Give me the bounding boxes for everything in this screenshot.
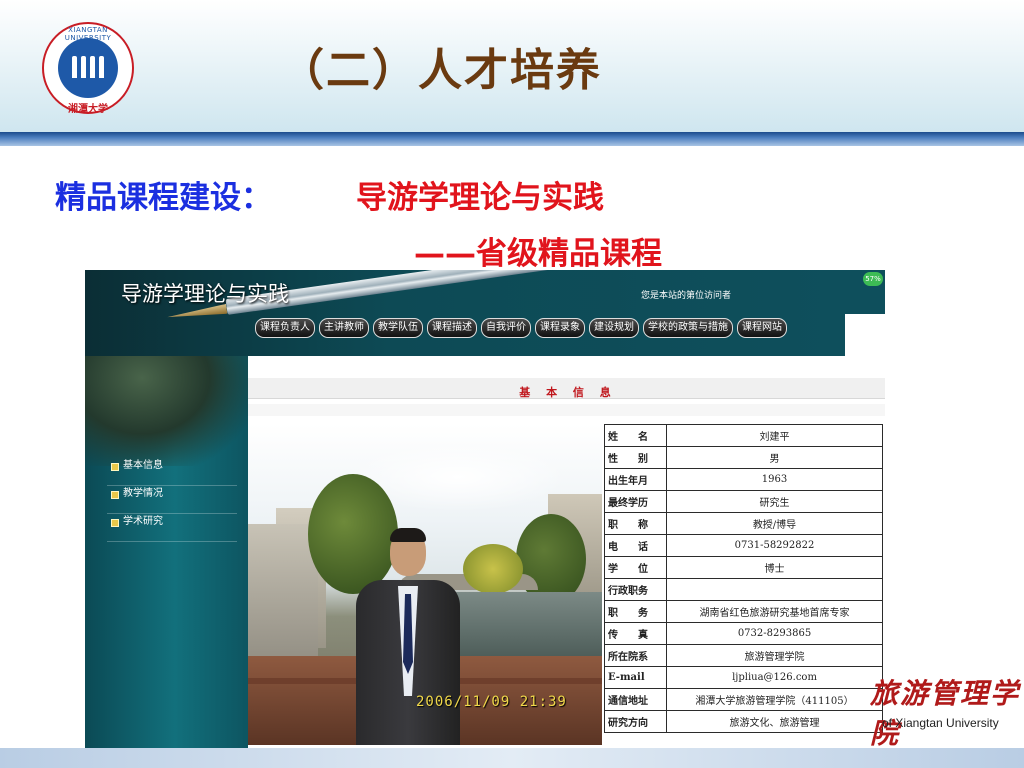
sidebar-item-research[interactable]: 学术研究 [107,514,237,542]
site-sidebar [85,356,248,748]
sidebar-item-basic-info[interactable]: 基本信息 [107,458,237,486]
info-key: 学 位 [604,556,667,579]
course-website-screenshot: 导游学理论与实践 您是本站的第位访问者 课程负责人 主讲教师 教学队伍 课程描述… [85,270,885,748]
info-value: 刘建平 [666,424,883,447]
site-banner: 导游学理论与实践 您是本站的第位访问者 课程负责人 主讲教师 教学队伍 课程描述… [85,270,845,356]
info-value: ljpliua@126.com [666,666,883,689]
table-row: 行政职务 [604,578,883,601]
info-key: 出生年月 [604,468,667,491]
info-key: 行政职务 [604,578,667,601]
table-row: 性 别男 [604,446,883,469]
section-title: 基 本 信 息 [519,386,617,399]
site-nav-bar: 课程负责人 主讲教师 教学队伍 课程描述 自我评价 课程录象 建设规划 学校的政… [255,318,787,338]
sidebar-item-label: 基本信息 [123,460,163,471]
info-value: 教授/博导 [666,512,883,535]
info-value: 湖南省红色旅游研究基地首席专家 [666,600,883,623]
photo-tree [308,474,398,594]
photo-person-hair [390,528,426,542]
table-row: 职 务湖南省红色旅游研究基地首席专家 [604,600,883,623]
info-value: 湘潭大学旅游管理学院（411105） [666,688,883,711]
info-value: 1963 [666,468,883,491]
nav-lead-teacher[interactable]: 主讲教师 [319,318,369,338]
footer-english-name: of Xiangtan University [882,716,999,730]
table-row: 姓 名刘建平 [604,424,883,447]
nav-course-website[interactable]: 课程网站 [737,318,787,338]
info-value: 旅游文化、旅游管理 [666,710,883,733]
table-row: 职 称教授/博导 [604,512,883,535]
slide-bottom-band [0,748,1024,768]
sidebar-decoration [85,356,248,466]
course-name: 导游学理论与实践 [356,180,604,216]
info-value [666,578,883,601]
sidebar-item-label: 学术研究 [123,516,163,527]
teacher-photo: 2006/11/09 21:39 [248,424,602,745]
nav-course-leader[interactable]: 课程负责人 [255,318,315,338]
nav-construction-plan[interactable]: 建设规划 [589,318,639,338]
photo-timestamp: 2006/11/09 21:39 [416,694,567,710]
info-value: 0731-58292822 [666,534,883,557]
bullet-icon [111,463,119,471]
table-row: 出生年月 1963 [604,468,883,491]
table-row: E-mail ljpliua@126.com [604,666,883,689]
nav-self-evaluation[interactable]: 自我评价 [481,318,531,338]
info-value: 旅游管理学院 [666,644,883,667]
info-key: 所在院系 [604,644,667,667]
sidebar-menu: 基本信息 教学情况 学术研究 [107,458,237,542]
info-key: 传 真 [604,622,667,645]
table-row: 传 真 0732-8293865 [604,622,883,645]
footer-brand: 旅游管理学院 [870,677,1021,750]
sidebar-item-teaching[interactable]: 教学情况 [107,486,237,514]
photo-building [248,524,318,674]
header-divider [0,132,1024,146]
section-sub-bar [248,404,885,416]
table-row: 通信地址 湘潭大学旅游管理学院（411105） [604,688,883,711]
photo-tree [516,514,586,604]
bullet-icon [111,491,119,499]
table-row: 所在院系 旅游管理学院 [604,644,883,667]
basic-info-table: 姓 名刘建平性 别男出生年月 1963 最终学历 研究生职 称教授/博导电 话 0731… [604,424,883,733]
nav-teaching-team[interactable]: 教学队伍 [373,318,423,338]
table-row: 最终学历 研究生 [604,490,883,513]
table-row: 研究方向 旅游文化、旅游管理 [604,710,883,733]
slide-title: （二）人才培养 [280,45,602,96]
visitor-counter-text: 您是本站的第位访问者 [641,291,732,301]
photo-tree [463,544,523,594]
info-value: 博士 [666,556,883,579]
site-main-content: 基 本 信 息 2006/11/09 21:39 姓 名刘建平性 别男出生年月 1… [248,356,885,748]
sidebar-item-label: 教学情况 [123,488,163,499]
logo-gate-icon [72,54,104,78]
course-level: ——省级精品课程 [414,236,662,272]
info-value: 研究生 [666,490,883,513]
site-title: 导游学理论与实践 [121,282,289,306]
table-row: 学 位博士 [604,556,883,579]
info-key: 研究方向 [604,710,667,733]
info-value: 男 [666,446,883,469]
logo-emblem [58,38,118,98]
info-key: 电 话 [604,534,667,557]
nav-school-policy[interactable]: 学校的政策与措施 [643,318,733,338]
info-value: 0732-8293865 [666,622,883,645]
nav-course-video[interactable]: 课程录象 [535,318,585,338]
nav-course-description[interactable]: 课程描述 [427,318,477,338]
info-key: 职 称 [604,512,667,535]
info-key: 性 别 [604,446,667,469]
logo-seal-text: 湘潭大学 [68,104,108,115]
info-key: 通信地址 [604,688,667,711]
zoom-badge: 57% [863,272,883,286]
info-key: 姓 名 [604,424,667,447]
bullet-icon [111,519,119,527]
info-key: E-mail [604,666,667,689]
info-key: 职 务 [604,600,667,623]
university-logo: XIANGTAN UNIVERSITY 湘潭大学 [42,22,134,115]
info-key: 最终学历 [604,490,667,513]
course-label: 精品课程建设： [55,180,272,216]
table-row: 电 话 0731-58292822 [604,534,883,557]
